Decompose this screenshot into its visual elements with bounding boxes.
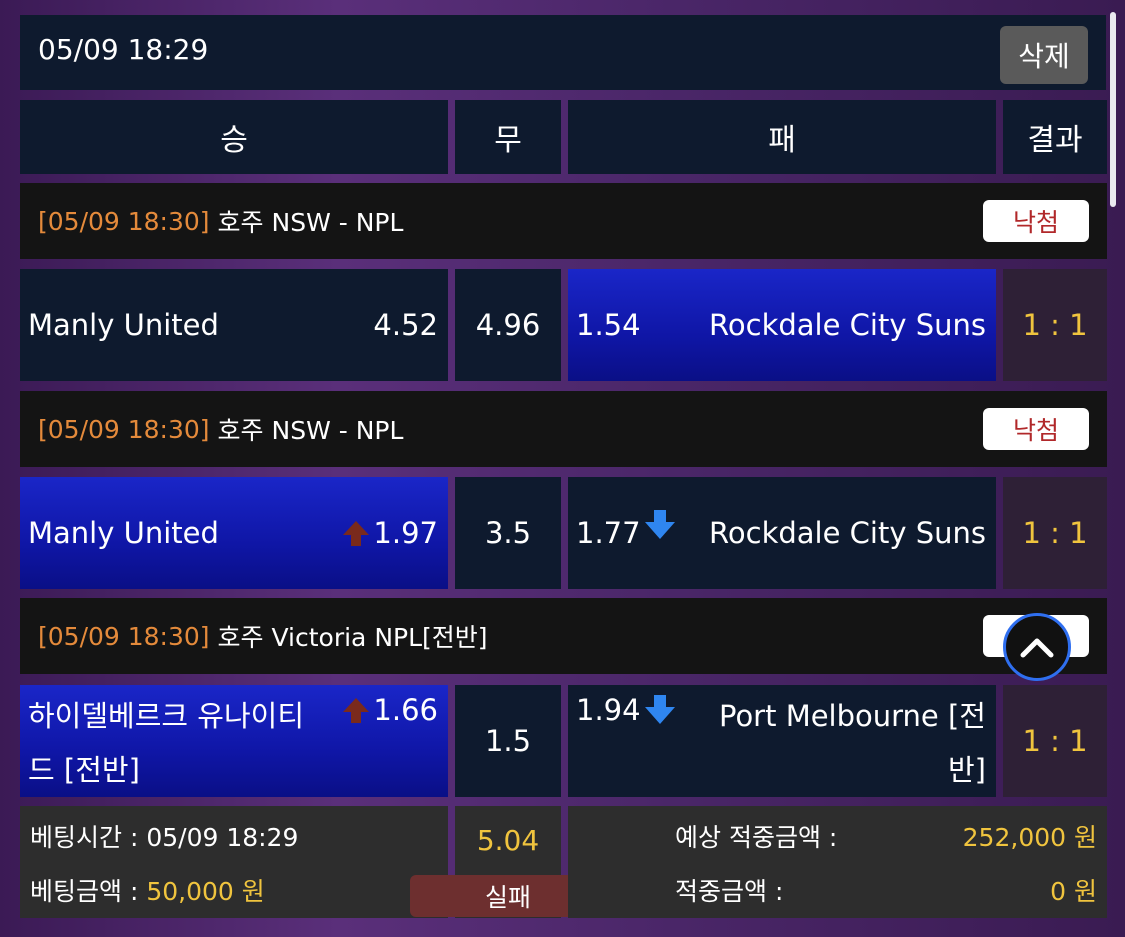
away-odds: 1.54 bbox=[576, 308, 641, 342]
league-row: [05/09 18:30] 호주 Victoria NPL[전반] 적중 bbox=[20, 598, 1107, 674]
score: 1 : 1 bbox=[1022, 724, 1088, 758]
home-odds: 4.52 bbox=[373, 308, 438, 342]
column-header-win: 승 bbox=[20, 100, 448, 174]
bet-amount: 50,000 원 bbox=[146, 877, 265, 906]
home-team-cell-selected[interactable]: 하이델베르크 유나이티 드 [전반] 1.66 bbox=[20, 685, 448, 797]
home-odds: 1.97 bbox=[373, 516, 438, 550]
total-odds: 5.04 bbox=[476, 824, 540, 857]
score: 1 : 1 bbox=[1022, 308, 1088, 342]
draw-cell[interactable]: 3.5 bbox=[455, 477, 561, 589]
chevron-up-icon bbox=[1020, 638, 1054, 658]
home-team-cell-selected[interactable]: Manly United 1.97 bbox=[20, 477, 448, 589]
match-time: [05/09 18:30] bbox=[38, 206, 210, 236]
league-name: 호주 NSW - NPL bbox=[217, 416, 404, 445]
away-team-cell[interactable]: 1.77 Rockdale City Suns bbox=[568, 477, 996, 589]
column-header-result: 결과 bbox=[1003, 100, 1107, 174]
bet-time: 05/09 18:29 bbox=[146, 823, 299, 852]
away-team-name-line1: Port Melbourne [전 bbox=[718, 699, 986, 733]
scrollbar-thumb[interactable] bbox=[1110, 12, 1116, 207]
away-team-name: Rockdale City Suns bbox=[709, 516, 986, 550]
bet-time-label: 베팅시간 : bbox=[30, 823, 139, 852]
arrow-down-icon bbox=[644, 510, 675, 539]
expected-win-label: 예상 적중금액 : bbox=[675, 823, 838, 852]
bet-datetime: 05/09 18:29 bbox=[38, 33, 209, 66]
arrow-up-icon bbox=[343, 698, 370, 723]
league-name: 호주 NSW - NPL bbox=[217, 208, 404, 237]
draw-odds: 3.5 bbox=[484, 516, 532, 550]
away-team-name-line2: 반] bbox=[948, 753, 986, 787]
win-amount: 0 원 bbox=[1050, 877, 1097, 906]
column-header-draw: 무 bbox=[455, 100, 561, 174]
bet-amount-label: 베팅금액 : bbox=[30, 877, 139, 906]
summary-left: 베팅시간 : 05/09 18:29 베팅금액 : 50,000 원 bbox=[20, 806, 448, 918]
away-team-cell[interactable]: 1.94 Port Melbourne [전 반] bbox=[568, 685, 996, 797]
match-time: [05/09 18:30] bbox=[38, 414, 210, 444]
away-odds: 1.94 bbox=[576, 693, 641, 727]
home-team-name-line1: 하이델베르크 유나이티 bbox=[28, 699, 305, 733]
arrow-down-icon bbox=[644, 695, 675, 724]
away-team-name: Rockdale City Suns bbox=[709, 308, 986, 342]
summary-right: 예상 적중금액 : 252,000 원 적중금액 : 0 원 bbox=[568, 806, 1107, 918]
arrow-up-icon bbox=[343, 521, 370, 546]
win-amount-label: 적중금액 : bbox=[675, 877, 784, 906]
draw-cell[interactable]: 4.96 bbox=[455, 269, 561, 381]
home-team-cell[interactable]: Manly United 4.52 bbox=[20, 269, 448, 381]
scroll-top-button[interactable] bbox=[1003, 613, 1071, 681]
delete-button[interactable]: 삭제 bbox=[1000, 26, 1088, 84]
league-row: [05/09 18:30] 호주 NSW - NPL 낙첨 bbox=[20, 391, 1107, 467]
home-team-name: Manly United bbox=[28, 516, 219, 550]
draw-odds: 1.5 bbox=[484, 724, 532, 758]
match-time: [05/09 18:30] bbox=[38, 621, 210, 651]
league-name: 호주 Victoria NPL[전반] bbox=[217, 623, 488, 652]
draw-cell[interactable]: 1.5 bbox=[455, 685, 561, 797]
away-odds: 1.77 bbox=[576, 516, 641, 550]
bet-slip-header: 05/09 18:29 삭제 bbox=[20, 15, 1106, 90]
away-team-cell-selected[interactable]: 1.54 Rockdale City Suns bbox=[568, 269, 996, 381]
score: 1 : 1 bbox=[1022, 516, 1088, 550]
column-header-lose: 패 bbox=[568, 100, 996, 174]
home-team-name-line2: 드 [전반] bbox=[28, 753, 140, 787]
result-cell: 1 : 1 bbox=[1003, 685, 1107, 797]
expected-win-amount: 252,000 원 bbox=[962, 823, 1097, 852]
home-team-name: Manly United bbox=[28, 308, 219, 342]
status-badge: 낙첨 bbox=[983, 200, 1089, 242]
home-odds: 1.66 bbox=[373, 693, 438, 727]
draw-odds: 4.96 bbox=[475, 308, 541, 342]
league-row: [05/09 18:30] 호주 NSW - NPL 낙첨 bbox=[20, 183, 1107, 259]
result-cell: 1 : 1 bbox=[1003, 477, 1107, 589]
result-cell: 1 : 1 bbox=[1003, 269, 1107, 381]
status-badge: 낙첨 bbox=[983, 408, 1089, 450]
